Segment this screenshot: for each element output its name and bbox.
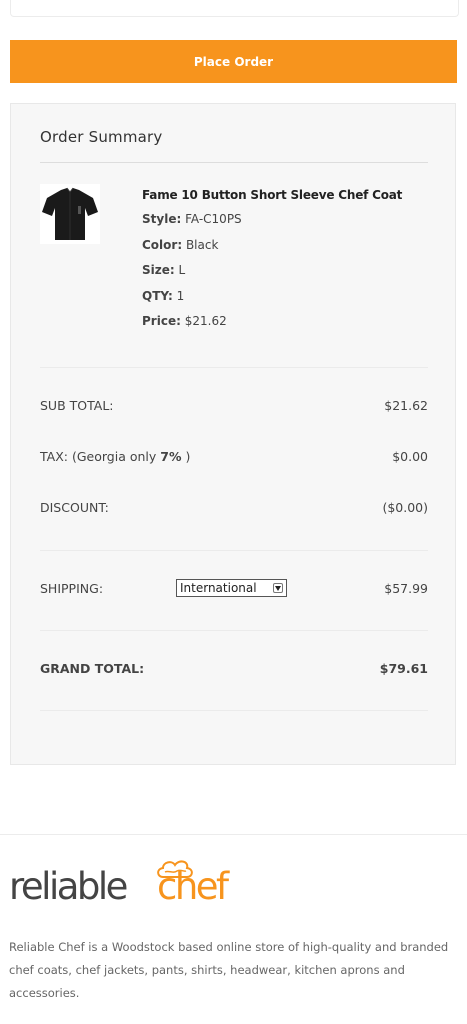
order-summary-panel: Order Summary Fame 10 Button Short Sleev…	[10, 103, 456, 765]
spec-value: $21.62	[184, 314, 227, 329]
logo-text-chef: chef	[157, 865, 229, 908]
spec-label: Color:	[142, 237, 183, 252]
place-order-button[interactable]: Place Order	[10, 40, 457, 83]
order-summary-title: Order Summary	[40, 128, 163, 146]
discount-row: DISCOUNT: ($0.00)	[40, 497, 428, 517]
divider	[40, 162, 428, 163]
divider	[40, 367, 428, 368]
spec-label: Style:	[142, 212, 182, 226]
product-image	[40, 184, 100, 244]
product-details: Fame 10 Button Short Sleeve Chef Coat St…	[142, 188, 442, 338]
previous-section-box	[10, 0, 459, 17]
discount-label: DISCOUNT:	[40, 499, 109, 515]
spec-value: FA-C10PS	[185, 212, 242, 226]
spec-label: QTY:	[142, 288, 173, 303]
subtotal-label: SUB TOTAL:	[40, 397, 114, 413]
product-qty: QTY: 1	[142, 287, 442, 313]
grand-total-value: $79.61	[379, 660, 428, 676]
subtotal-row: SUB TOTAL: $21.62	[40, 395, 428, 415]
grand-total-row: GRAND TOTAL: $79.61	[40, 658, 428, 678]
tax-label-suffix: )	[181, 448, 191, 464]
tax-row: TAX: (Georgia only 7% ) $0.00	[40, 446, 428, 466]
chevron-down-icon	[273, 583, 283, 593]
subtotal-value: $21.62	[384, 397, 428, 413]
shipping-value: $57.99	[384, 580, 428, 596]
tax-rate: 7%	[160, 448, 182, 464]
product-style: Style: FA-C10PS	[142, 210, 442, 236]
spec-label: Size:	[142, 263, 175, 278]
about-text: Reliable Chef is a Woodstock based onlin…	[9, 940, 449, 1000]
logo-text-reliable: reliable	[9, 865, 128, 908]
shipping-label: SHIPPING:	[40, 580, 104, 596]
spec-value: Black	[185, 237, 219, 252]
tax-label-prefix: TAX: (Georgia only	[40, 448, 161, 464]
discount-value: ($0.00)	[382, 499, 428, 515]
divider	[40, 550, 428, 551]
grand-total-label: GRAND TOTAL:	[40, 660, 145, 676]
tax-label: TAX: (Georgia only 7% )	[40, 449, 190, 464]
product-name: Fame 10 Button Short Sleeve Chef Coat	[142, 188, 403, 202]
tax-value: $0.00	[392, 448, 428, 464]
footer-divider	[0, 834, 467, 835]
spec-value: 1	[176, 288, 185, 303]
divider	[40, 710, 428, 711]
product-size: Size: L	[142, 261, 442, 287]
checkout-page: Place Order Order Summary Fame 10 Button…	[0, 0, 467, 1024]
reliable-chef-logo[interactable]: reliable chef	[9, 860, 249, 915]
chef-coat-icon	[42, 187, 98, 240]
product-price: Price: $21.62	[142, 312, 442, 338]
spec-value: L	[178, 263, 186, 278]
divider	[40, 630, 428, 631]
shipping-selected-option: International	[180, 581, 257, 595]
spec-label: Price:	[142, 314, 181, 329]
product-color: Color: Black	[142, 236, 442, 262]
shipping-method-select[interactable]: International	[176, 579, 287, 597]
